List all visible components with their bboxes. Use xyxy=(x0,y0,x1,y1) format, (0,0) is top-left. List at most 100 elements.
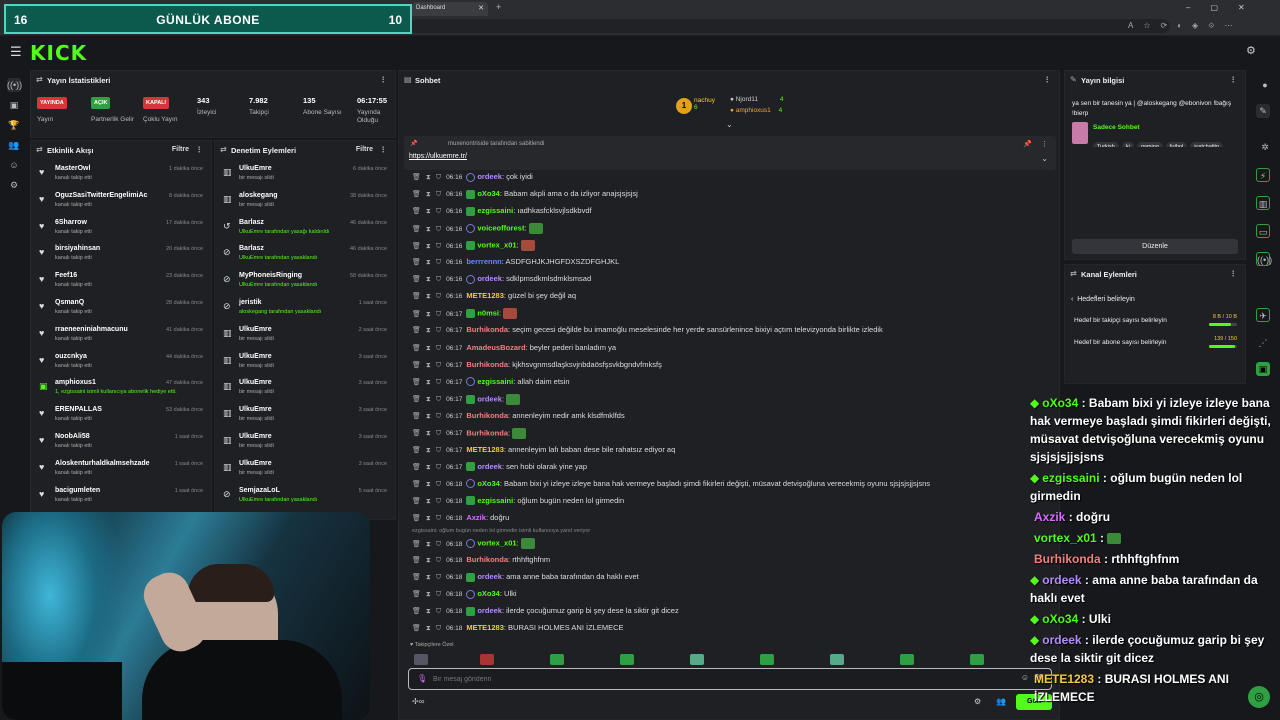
stats-more-icon[interactable]: ⋮ xyxy=(380,75,388,84)
ban-user-icon[interactable]: ⛉ xyxy=(436,591,441,598)
rail-active-icon[interactable]: ▣ xyxy=(1256,362,1270,376)
message-username[interactable]: METE1283 xyxy=(466,623,504,632)
feed-username[interactable]: Feef16 xyxy=(55,272,77,279)
ban-user-icon[interactable]: ⛉ xyxy=(436,293,441,300)
stream-tag[interactable]: justchattin xyxy=(1190,142,1224,147)
emote-icon[interactable] xyxy=(830,654,844,665)
delete-message-icon[interactable]: 🗑 xyxy=(412,430,421,437)
goals-back[interactable]: ‹ Hedefleri belirleyin xyxy=(1071,296,1135,303)
ban-user-icon[interactable]: ⛉ xyxy=(436,557,441,564)
rail-community-icon[interactable]: 👥 xyxy=(7,138,21,152)
ban-user-icon[interactable]: ⛉ xyxy=(436,208,441,215)
rail-trophy-icon[interactable]: 🏆 xyxy=(7,118,21,132)
timeout-icon[interactable]: ⧗ xyxy=(426,625,431,632)
ban-user-icon[interactable]: ⛉ xyxy=(436,464,441,471)
channel-actions-more-icon[interactable]: ⋮ xyxy=(1230,269,1238,278)
ban-user-icon[interactable]: ⛉ xyxy=(436,430,441,437)
ban-user-icon[interactable]: ⛉ xyxy=(436,574,441,581)
timeout-icon[interactable]: ⧗ xyxy=(426,464,431,471)
rail-content-icon[interactable]: ▣ xyxy=(7,98,21,112)
stream-info-more-icon[interactable]: ⋮ xyxy=(1230,75,1238,84)
message-username[interactable]: vortex_x01 xyxy=(477,539,516,548)
browser-tab[interactable]: Dashboard ✕ xyxy=(412,2,488,16)
feed-username[interactable]: birsiyahinsan xyxy=(55,245,100,252)
feed-username[interactable]: rraeneeniniahmacunu xyxy=(55,326,128,333)
feed-username[interactable]: amphioxus1 xyxy=(55,379,96,386)
message-username[interactable]: ordeek xyxy=(477,606,502,615)
goal-label[interactable]: Hedef bir takipçi sayısı belirleyin xyxy=(1074,317,1167,324)
delete-message-icon[interactable]: 🗑 xyxy=(412,379,421,386)
message-username[interactable]: oXo34 xyxy=(477,189,500,198)
ban-user-icon[interactable]: ⛉ xyxy=(436,447,441,454)
browser-extension-icons[interactable]: A☆⟳◐◈⟐⋯ xyxy=(1128,21,1243,31)
timeout-icon[interactable]: ⧗ xyxy=(426,174,431,181)
message-username[interactable]: ezgissaini xyxy=(477,496,513,505)
message-username[interactable]: berrrennn xyxy=(466,257,501,266)
timeout-icon[interactable]: ⧗ xyxy=(426,311,431,318)
expand-chevron-icon[interactable]: ⌄ xyxy=(726,120,733,129)
feed-row[interactable]: ♥ ERENPALLAS kanalı takip etti 53 dakika ön… xyxy=(31,402,211,428)
tab-close-icon[interactable]: ✕ xyxy=(478,4,484,12)
ban-user-icon[interactable]: ⛉ xyxy=(436,515,441,522)
feed-row[interactable]: ↺ Barlasz UlkuEmre tarafından yasağı kaldı… xyxy=(215,215,395,241)
timeout-icon[interactable]: ⧗ xyxy=(426,345,431,352)
timeout-icon[interactable]: ⧗ xyxy=(426,327,431,334)
message-username[interactable]: Burhikonda xyxy=(466,325,508,334)
message-username[interactable]: ezgissaini xyxy=(477,206,513,215)
chat-gear-icon[interactable]: ⚙ xyxy=(974,697,981,706)
message-username[interactable]: ordeek xyxy=(477,462,502,471)
message-username[interactable]: ordeek xyxy=(477,394,502,403)
delete-message-icon[interactable]: 🗑 xyxy=(412,515,421,522)
rail-users-icon[interactable]: ☺ xyxy=(7,158,21,172)
message-username[interactable]: oXo34 xyxy=(477,479,500,488)
rail-bug-icon[interactable]: ✲ xyxy=(1258,140,1272,154)
message-username[interactable]: oXo34 xyxy=(477,589,500,598)
goal-label[interactable]: Hedef bir abone sayısı belirleyin xyxy=(1074,339,1167,346)
activity-filter-button[interactable]: Filtre xyxy=(172,146,189,153)
rail-chat-icon[interactable]: ▭ xyxy=(1256,224,1270,238)
feed-row[interactable]: ♥ rraeneeniniahmacunu kanalı takip etti 41 … xyxy=(31,322,211,348)
feed-row[interactable]: ♥ birsiyahinsan kanalı takip etti 20 dakika… xyxy=(31,241,211,267)
timeout-icon[interactable]: ⧗ xyxy=(426,362,431,369)
stream-tag[interactable]: ki xyxy=(1121,142,1134,147)
timeout-icon[interactable]: ⧗ xyxy=(426,208,431,215)
emote-icon[interactable] xyxy=(550,654,564,665)
timeout-icon[interactable]: ⧗ xyxy=(426,276,431,283)
message-username[interactable]: vortex_x01 xyxy=(477,241,516,250)
feed-username[interactable]: bacigumleten xyxy=(55,487,100,494)
ban-user-icon[interactable]: ⛉ xyxy=(436,481,441,488)
delete-message-icon[interactable]: 🗑 xyxy=(412,396,421,403)
feed-username[interactable]: 6Sharrow xyxy=(55,219,87,226)
hamburger-menu-icon[interactable]: ☰ xyxy=(10,44,22,60)
feed-row[interactable]: ▥ UlkuEmre bir mesajı sildi 3 saat önce xyxy=(215,456,395,482)
ban-user-icon[interactable]: ⛉ xyxy=(436,311,441,318)
rail-delete-icon[interactable]: ▥ xyxy=(1256,196,1270,210)
feed-username[interactable]: aloskegang xyxy=(239,192,278,199)
delete-message-icon[interactable]: 🗑 xyxy=(412,311,421,318)
chat-users-icon[interactable]: 👥 xyxy=(996,697,1006,706)
rail-tool-icon[interactable]: ✈ xyxy=(1256,308,1270,322)
delete-message-icon[interactable]: 🗑 xyxy=(412,447,421,454)
timeout-icon[interactable]: ⧗ xyxy=(426,379,431,386)
ban-user-icon[interactable]: ⛉ xyxy=(436,379,441,386)
feed-username[interactable]: Barlasz xyxy=(239,219,264,226)
feed-row[interactable]: ♥ Feef16 kanalı takip etti 23 dakika önce xyxy=(31,268,211,294)
stream-tag[interactable]: gaming xyxy=(1136,142,1163,147)
feed-username[interactable]: ouzcnkya xyxy=(55,353,87,360)
emote-icon[interactable] xyxy=(414,654,428,665)
feed-username[interactable]: OguzSasiTwitterEngelimiAc xyxy=(55,192,147,199)
feed-row[interactable]: ▥ UlkuEmre bir mesajı sildi 3 saat önce xyxy=(215,375,395,401)
pinned-more-icon[interactable]: ⋮ xyxy=(1041,140,1048,148)
feed-username[interactable]: jeristik xyxy=(239,299,262,306)
feed-username[interactable]: QsmanQ xyxy=(55,299,84,306)
feed-username[interactable]: UlkuEmre xyxy=(239,433,272,440)
edit-stream-info-button[interactable]: Düzenle xyxy=(1072,239,1238,254)
activity-more-icon[interactable]: ⋮ xyxy=(196,145,204,154)
feed-row[interactable]: ♥ NoobAli58 kanalı takip etti 1 saat önce xyxy=(31,429,211,455)
delete-message-icon[interactable]: 🗑 xyxy=(412,243,421,250)
feed-username[interactable]: MyPhoneisRinging xyxy=(239,272,302,279)
message-username[interactable]: ordeek xyxy=(477,172,502,181)
feed-username[interactable]: Aloskenturhaldkalmsehzade xyxy=(55,460,150,467)
message-username[interactable]: METE1283 xyxy=(466,291,504,300)
ban-user-icon[interactable]: ⛉ xyxy=(436,243,441,250)
